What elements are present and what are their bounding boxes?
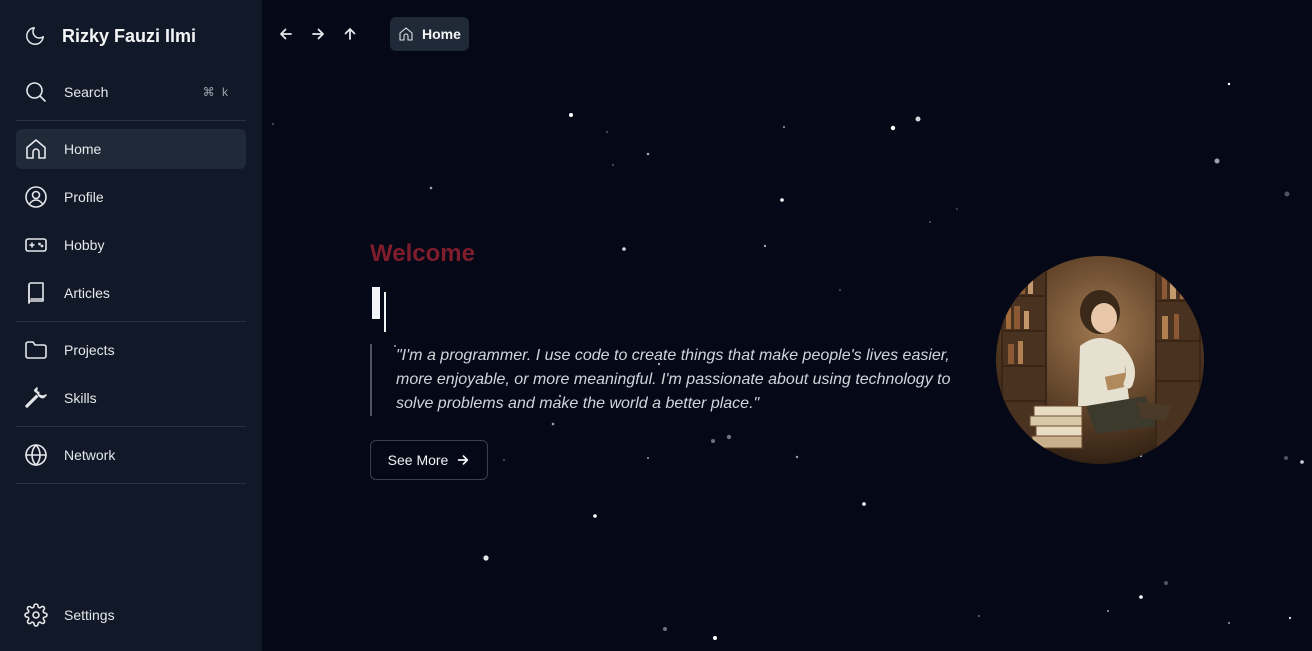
main-content: Home Welcome "I'm a programmer. I use co… [262,0,1312,651]
brand: Rizky Fauzi Ilmi [24,24,196,48]
star [1228,622,1230,624]
star [890,125,896,131]
search-shortcut: ⌘ k [202,85,230,99]
star [795,455,799,459]
breadcrumb-label: Home [422,26,461,42]
star [711,439,715,443]
star [763,244,767,248]
gamepad-icon [24,233,48,257]
star [1227,82,1231,86]
welcome-heading: Welcome [370,240,475,267]
up-button[interactable] [338,22,362,46]
book-icon [24,281,48,305]
star [1288,616,1292,620]
divider [16,483,246,484]
sidebar-item-projects[interactable]: Projects [16,330,246,370]
breadcrumb-home[interactable]: Home [390,17,469,51]
star [663,627,667,631]
avatar [996,256,1204,464]
sidebar-item-label: Articles [64,285,110,301]
star [1107,610,1109,612]
see-more-button[interactable]: See More [370,440,488,480]
sidebar-item-label: Hobby [64,237,105,253]
star [1164,581,1168,585]
star [1300,460,1304,464]
moon-icon[interactable] [24,25,46,47]
gear-icon [24,603,48,627]
arrow-left-icon [278,26,294,42]
sidebar-item-label: Home [64,141,102,157]
star [647,457,649,459]
arrow-up-icon [342,26,358,42]
sidebar-item-hobby[interactable]: Hobby [16,225,246,265]
star [1284,191,1290,197]
star [612,164,614,166]
star [726,434,732,440]
star [1284,456,1288,460]
sidebar-item-network[interactable]: Network [16,435,246,475]
star [862,502,866,506]
star [783,126,785,128]
arrow-right-icon [310,26,326,42]
divider [16,120,246,121]
star [272,123,274,125]
star [483,555,489,561]
home-icon [398,26,414,42]
star [915,116,921,122]
star [978,615,980,617]
forward-button[interactable] [306,22,330,46]
sidebar-item-profile[interactable]: Profile [16,177,246,217]
sidebar-item-skills[interactable]: Skills [16,378,246,418]
star [839,289,841,291]
sidebar-item-articles[interactable]: Articles [16,273,246,313]
see-more-label: See More [387,452,449,468]
star [429,186,433,190]
star [929,221,931,223]
arrow-right-icon [456,453,470,467]
star [569,113,573,117]
star [1214,158,1220,164]
star [503,459,505,461]
search-label: Search [64,84,109,100]
star [1139,595,1143,599]
user-circle-icon [24,185,48,209]
typed-text [372,287,386,332]
sidebar-item-label: Projects [64,342,115,358]
typing-caret [384,292,386,332]
back-button[interactable] [274,22,298,46]
sidebar-item-label: Network [64,447,116,463]
divider [16,321,246,322]
star [622,247,626,251]
bio-quote: "I'm a programmer. I use code to create … [370,344,990,416]
typed-char [372,287,380,319]
sidebar-item-label: Profile [64,189,104,205]
sidebar-item-label: Skills [64,390,97,406]
wrench-icon [24,386,48,410]
search-button[interactable]: Search ⌘ k [16,72,246,112]
sidebar-item-label: Settings [64,607,115,623]
search-icon [24,80,48,104]
app-root: Rizky Fauzi Ilmi Search ⌘ k Home Profile [0,0,1312,651]
folder-icon [24,338,48,362]
sidebar-item-home[interactable]: Home [16,129,246,169]
star [551,422,555,426]
star [593,514,597,518]
brand-name: Rizky Fauzi Ilmi [62,25,197,46]
divider [16,426,246,427]
home-icon [24,137,48,161]
star [956,208,958,210]
sidebar-item-settings[interactable]: Settings [16,595,246,635]
globe-icon [24,443,48,467]
sidebar: Rizky Fauzi Ilmi Search ⌘ k Home Profile [0,0,262,651]
star [780,198,784,202]
star [713,636,717,640]
star [606,131,608,133]
star [646,152,650,156]
